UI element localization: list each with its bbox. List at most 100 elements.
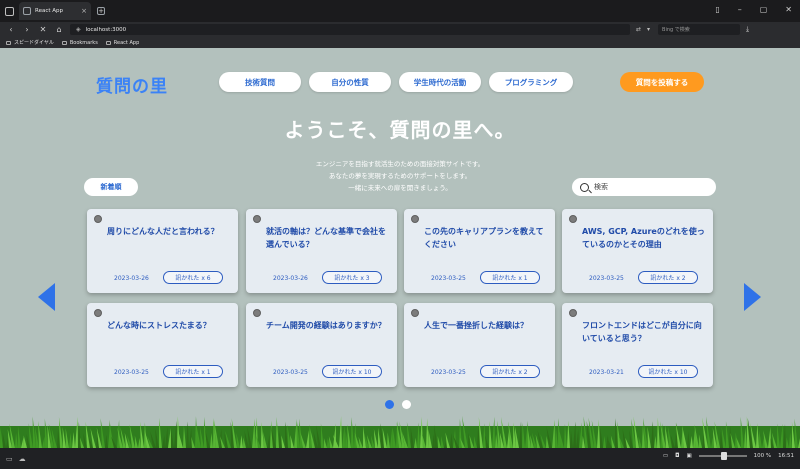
back-icon[interactable]: ‹ [6,25,16,34]
asked-count-badge[interactable]: 訊かれた x 3 [322,271,382,284]
search-icon [580,182,589,192]
bookmark-react-app[interactable]: React App [105,40,139,46]
card-date: 2023-03-21 [589,369,624,376]
pin-icon [94,309,102,317]
browser-search-placeholder: Bing で検索 [662,27,690,33]
grass-decoration [0,416,800,448]
camera-icon[interactable]: ◘ [675,453,679,459]
question-card[interactable]: この先のキャリアプランを教えてください 2023-03-25 訊かれた x 1 [404,209,555,293]
question-card[interactable]: チーム開発の経験はありますか？ 2023-03-25 訊かれた x 10 [246,303,397,387]
sort-newest-button[interactable]: 新着順 [84,178,138,196]
folder-icon [6,40,11,45]
card-question: AWS, GCP, Azureのどれを使っているのかとその理由 [582,227,705,249]
tab-title: React App [35,8,64,14]
card-date: 2023-03-26 [114,275,149,282]
carousel-pagination [385,400,411,409]
nav-student-activities[interactable]: 学生時代の活動 [399,72,481,92]
card-date: 2023-03-25 [114,369,149,376]
tab-favicon-icon [23,7,31,15]
reload-icon[interactable]: ✕ [38,25,48,34]
cloud-icon[interactable]: ☁ [19,455,26,463]
status-bar: ▭ ☁ ▭ ◘ ▣ 100 % 16:51 [0,448,800,469]
asked-count-badge[interactable]: 訊かれた x 1 [163,365,223,378]
card-date: 2023-03-25 [589,275,624,282]
minimize-icon[interactable]: – [738,5,742,14]
hero-title: ようこそ、質問の里へ。 [284,118,516,142]
carousel-dot-2[interactable] [402,400,411,409]
maximize-icon[interactable]: ▢ [760,5,768,14]
url-field[interactable]: ◈ localhost:3000 [70,24,630,35]
image-icon[interactable]: ▣ [686,453,691,459]
zoom-slider-knob[interactable] [720,452,727,460]
question-card[interactable]: 周りにどんな人だと言われる？ 2023-03-26 訊かれた x 6 [87,209,238,293]
carousel-prev-arrow-icon[interactable] [38,283,55,311]
nav-personality[interactable]: 自分の性質 [309,72,391,92]
card-question: どんな時にストレスたまる？ [107,321,211,330]
question-card[interactable]: 就活の軸は？どんな基準で会社を選んでいる？ 2023-03-26 訊かれた x … [246,209,397,293]
bookmarks-bar: スピードダイヤル Bookmarks React App [0,37,800,48]
card-question: チーム開発の経験はありますか？ [266,321,386,330]
browser-tab-bar: React App × + ▯ – ▢ ✕ [0,0,800,22]
card-date: 2023-03-25 [431,369,466,376]
page-content: 質問の里 技術質問 自分の性質 学生時代の活動 プログラミング 質問を投稿する … [0,48,800,448]
pin-icon [411,215,419,223]
browser-search-field[interactable]: Bing で検索 [658,24,741,35]
pin-icon [253,309,261,317]
pin-icon [94,215,102,223]
carousel-next-arrow-icon[interactable] [744,283,761,311]
zoom-slider[interactable] [698,452,747,460]
trash-icon[interactable]: ▯ [715,5,719,14]
card-question: この先のキャリアプランを教えてください [424,227,544,249]
card-date: 2023-03-26 [273,275,308,282]
zoom-level: 100 % [753,453,772,459]
forward-icon[interactable]: › [22,25,32,34]
card-date: 2023-03-25 [273,369,308,376]
pin-icon [569,309,577,317]
window-icon[interactable]: ▭ [663,453,668,459]
card-date: 2023-03-25 [431,275,466,282]
card-question: 人生で一番挫折した経験は？ [424,321,528,330]
site-logo[interactable]: 質問の里 [96,72,168,97]
panel-icon[interactable]: ▭ [6,455,13,463]
nav-programming[interactable]: プログラミング [489,72,573,92]
pin-icon [253,215,261,223]
clock: 16:51 [778,453,794,459]
pin-icon [411,309,419,317]
bookmark-speed-dial[interactable]: スピードダイヤル [6,39,54,46]
dropdown-icon[interactable]: ▾ [647,26,650,33]
browser-menu-icon[interactable] [5,6,14,16]
browser-tab[interactable]: React App × [19,2,91,20]
page-icon [105,40,111,45]
download-icon[interactable]: ⤓ [746,25,749,34]
carousel-dot-1[interactable] [385,400,394,409]
question-card[interactable]: どんな時にストレスたまる？ 2023-03-25 訊かれた x 1 [87,303,238,387]
pin-icon [569,215,577,223]
card-question: フロントエンドはどこが自分に向いていると思う？ [582,321,702,343]
extensions-icon[interactable]: ⇄ [636,26,641,33]
question-card[interactable]: 人生で一番挫折した経験は？ 2023-03-25 訊かれた x 2 [404,303,555,387]
nav-tech-questions[interactable]: 技術質問 [219,72,301,92]
asked-count-badge[interactable]: 訊かれた x 1 [480,271,540,284]
window-controls: ▯ – ▢ ✕ [715,5,792,14]
asked-count-badge[interactable]: 訊かれた x 10 [322,365,382,378]
asked-count-badge[interactable]: 訊かれた x 10 [638,365,698,378]
post-question-button[interactable]: 質問を投稿する [620,72,704,92]
hero-line-1: エンジニアを目指す就活生のための面接対策サイトです。 [315,160,485,168]
search-box [572,178,716,196]
question-card[interactable]: フロントエンドはどこが自分に向いていると思う？ 2023-03-21 訊かれた … [562,303,713,387]
card-question: 周りにどんな人だと言われる？ [107,227,219,236]
url-text: localhost:3000 [85,26,127,33]
question-card[interactable]: AWS, GCP, Azureのどれを使っているのかとその理由 2023-03-… [562,209,713,293]
home-icon[interactable]: ⌂ [54,25,64,34]
bookmark-folder[interactable]: Bookmarks [61,40,98,46]
close-window-icon[interactable]: ✕ [785,5,792,14]
asked-count-badge[interactable]: 訊かれた x 2 [480,365,540,378]
search-input[interactable] [594,183,704,191]
new-tab-icon[interactable]: + [97,7,105,15]
shield-icon: ◈ [76,26,81,33]
folder-icon [61,40,67,45]
asked-count-badge[interactable]: 訊かれた x 2 [638,271,698,284]
address-bar-row: ‹ › ✕ ⌂ ◈ localhost:3000 ⇄ ▾ Bing で検索 ⤓ [0,22,800,37]
asked-count-badge[interactable]: 訊かれた x 6 [163,271,223,284]
tab-close-icon[interactable]: × [81,7,87,15]
